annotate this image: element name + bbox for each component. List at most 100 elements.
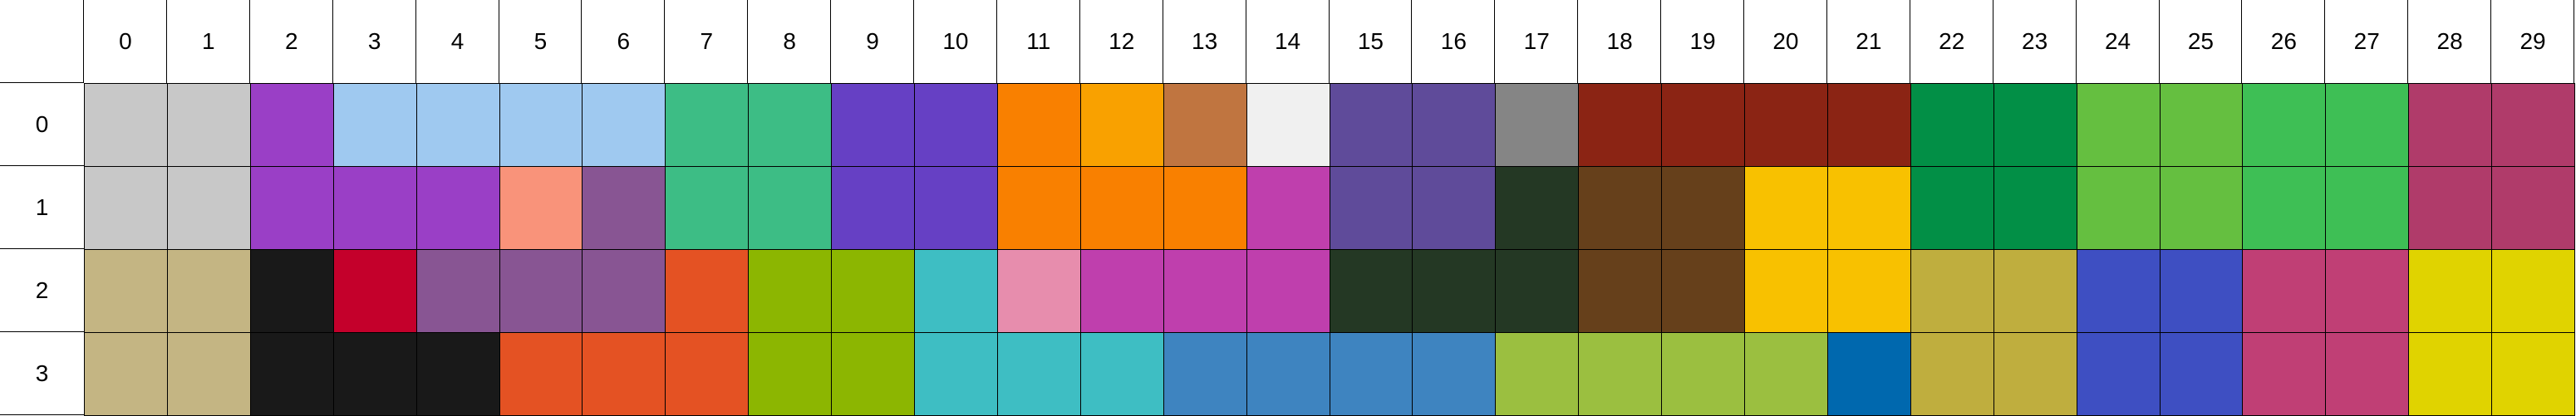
grid-cell: [665, 83, 749, 167]
grid-cell: [84, 166, 168, 250]
grid-cell: [1910, 249, 1994, 333]
grid-cell: [914, 83, 998, 167]
grid-cell: [1330, 249, 1413, 333]
grid-cell: [499, 249, 583, 333]
grid-cell: [1080, 249, 1164, 333]
grid-cell: [1330, 166, 1413, 250]
grid-cell: [914, 332, 998, 416]
grid-cell: [582, 83, 666, 167]
grid-cell: [2408, 166, 2492, 250]
header-divider: [2407, 0, 2408, 83]
grid-cell: [997, 249, 1081, 333]
grid-cell: [1993, 83, 2077, 167]
grid-cell: [499, 166, 583, 250]
column-header-25: 25: [2159, 0, 2243, 83]
grid-cell: [831, 83, 915, 167]
grid-corner: [0, 0, 84, 83]
grid-cell: [1495, 249, 1579, 333]
grid-cell: [1910, 83, 1994, 167]
column-header-3: 3: [332, 0, 416, 83]
grid-cell: [499, 83, 583, 167]
column-header-6: 6: [582, 0, 666, 83]
grid-cell: [1661, 332, 1745, 416]
header-divider: [2490, 0, 2491, 83]
grid-cell: [1744, 166, 1828, 250]
grid-cell: [1827, 83, 1911, 167]
column-header-2: 2: [249, 0, 333, 83]
column-header-1: 1: [166, 0, 250, 83]
column-header-16: 16: [1412, 0, 1496, 83]
grid-cell: [167, 249, 251, 333]
header-divider: [1577, 0, 1578, 83]
grid-cell: [167, 83, 251, 167]
grid-cell: [416, 166, 500, 250]
column-header-22: 22: [1910, 0, 1993, 83]
column-header-12: 12: [1079, 0, 1163, 83]
column-header-21: 21: [1826, 0, 1910, 83]
grid-cell: [250, 166, 334, 250]
grid-cell: [2160, 83, 2243, 167]
grid-cell: [333, 83, 417, 167]
grid-cell: [997, 166, 1081, 250]
grid-cell: [665, 166, 749, 250]
grid-cell: [2242, 83, 2326, 167]
grid-cell: [1827, 166, 1911, 250]
grid-cell: [416, 332, 500, 416]
grid-cell: [1412, 166, 1496, 250]
column-header-20: 20: [1744, 0, 1827, 83]
grid-cell: [2408, 332, 2492, 416]
row-label-2: 2: [0, 249, 84, 332]
column-header-29: 29: [2491, 0, 2574, 83]
column-header-19: 19: [1661, 0, 1744, 83]
grid-cell: [2408, 249, 2492, 333]
grid-cell: [84, 249, 168, 333]
grid-cell: [1163, 83, 1247, 167]
grid-cell: [1578, 166, 1662, 250]
grid-cell: [2491, 249, 2575, 333]
grid-cell: [1993, 249, 2077, 333]
grid-cell: [997, 83, 1081, 167]
grid-cell: [333, 249, 417, 333]
grid-cell: [831, 166, 915, 250]
row-divider: [0, 331, 84, 332]
header-divider: [996, 0, 997, 83]
header-divider: [83, 0, 84, 83]
grid-cell: [2325, 249, 2409, 333]
header-divider: [2324, 0, 2325, 83]
column-header-13: 13: [1163, 0, 1246, 83]
header-divider: [1660, 0, 1661, 83]
header-divider: [913, 0, 914, 83]
header-divider: [1079, 0, 1080, 83]
grid-cell: [748, 332, 832, 416]
column-header-10: 10: [914, 0, 997, 83]
grid-cell: [1910, 166, 1994, 250]
grid-cell: [1080, 83, 1164, 167]
grid-cell: [2325, 166, 2409, 250]
grid-cell: [1827, 249, 1911, 333]
grid-cell: [1578, 83, 1662, 167]
grid-cell: [582, 332, 666, 416]
grid-cell: [1163, 332, 1247, 416]
header-divider: [1329, 0, 1330, 83]
grid-cell: [84, 332, 168, 416]
grid-cell: [1412, 249, 1496, 333]
grid-cell: [2160, 249, 2243, 333]
column-header-17: 17: [1495, 0, 1579, 83]
header-divider: [2159, 0, 2160, 83]
column-header-5: 5: [499, 0, 583, 83]
grid-cell: [748, 249, 832, 333]
grid-cell: [1744, 332, 1828, 416]
header-divider: [415, 0, 416, 83]
grid-cell: [167, 166, 251, 250]
grid-cell: [2077, 83, 2161, 167]
grid-cell: [1412, 83, 1496, 167]
header-divider: [581, 0, 582, 83]
grid-cell: [1330, 332, 1413, 416]
grid-cell: [2242, 249, 2326, 333]
header-divider: [747, 0, 748, 83]
row-label-1: 1: [0, 166, 84, 249]
grid-cell: [1495, 332, 1579, 416]
grid-cell: [1744, 249, 1828, 333]
header-divider: [1826, 0, 1827, 83]
grid-cell: [1412, 332, 1496, 416]
